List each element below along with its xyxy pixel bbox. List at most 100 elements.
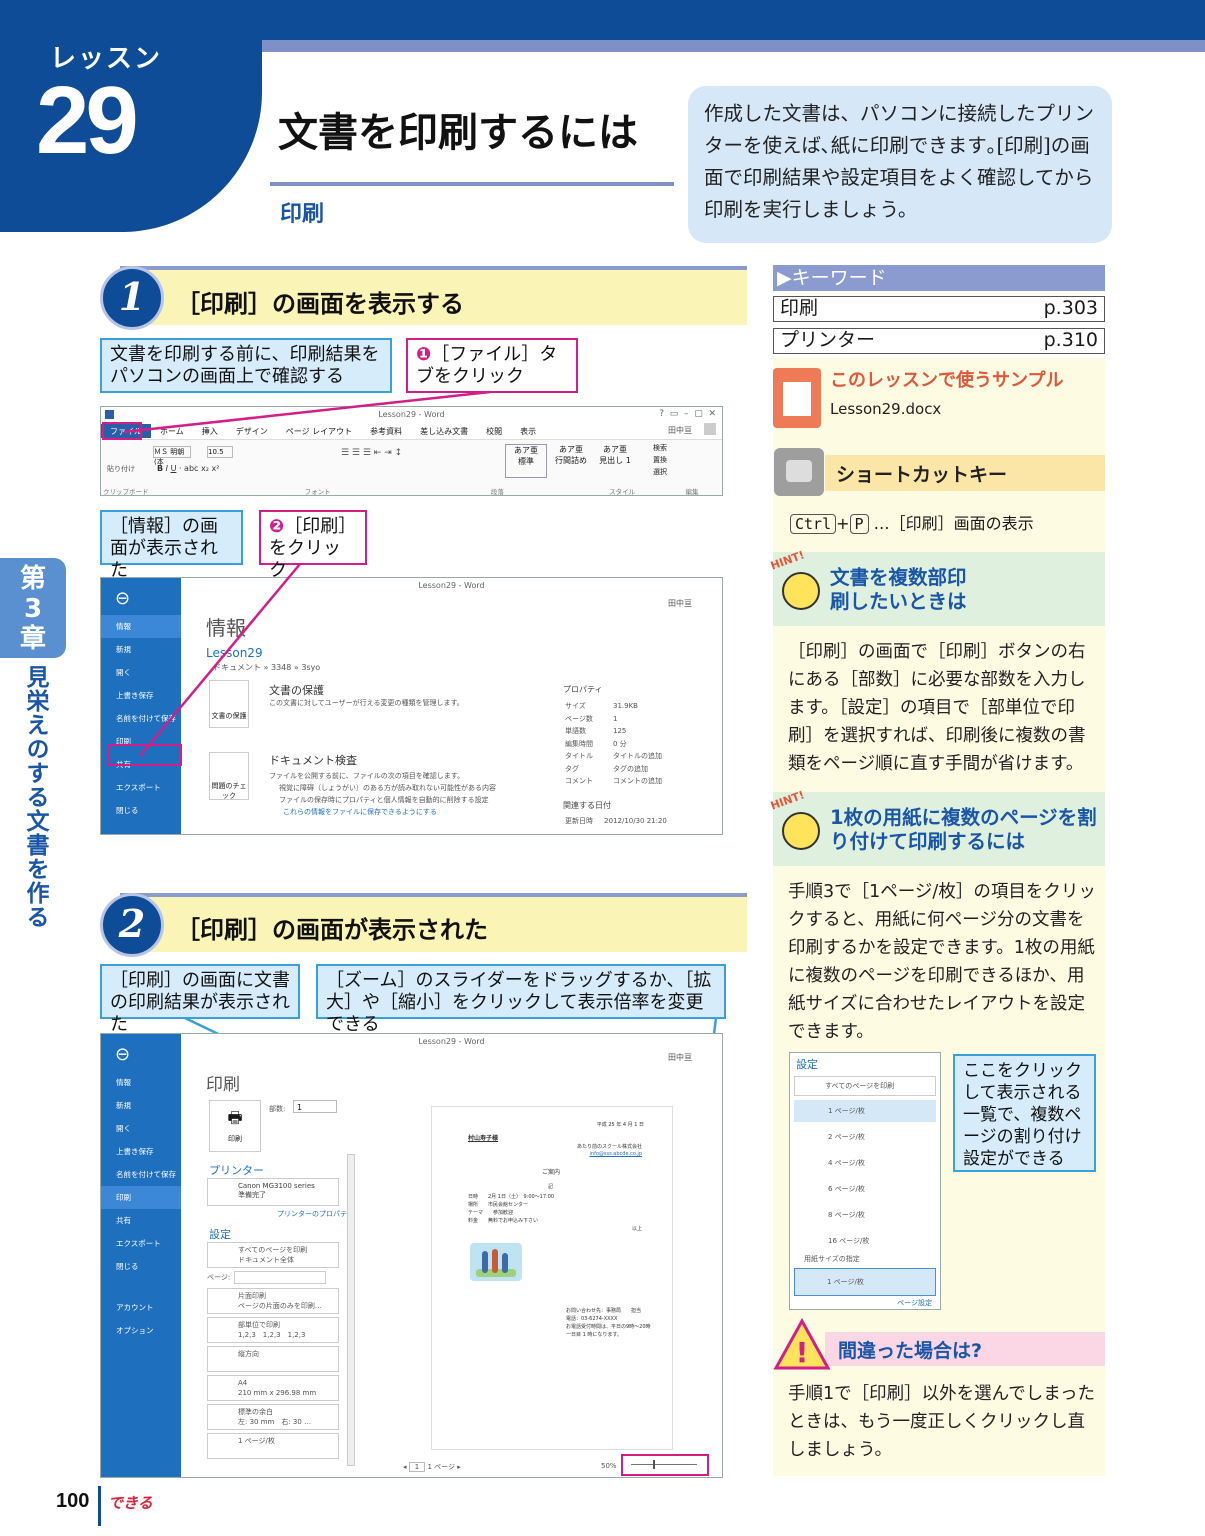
page-number-input[interactable]: 1 [408, 1462, 426, 1472]
page-nav: ◂ 1 1 ページ ▸ [403, 1462, 461, 1472]
mini-footer[interactable]: ページ設定 [790, 1298, 932, 1308]
sample-head: このレッスンで使うサンプル [830, 370, 1064, 391]
shortcut-head: ショートカットキー [836, 464, 1008, 486]
setting-label: 縦方向 [238, 1350, 259, 1358]
ctrl-key: Ctrl [790, 514, 837, 534]
mini-list-item[interactable]: 16 ページ/枚 [794, 1230, 936, 1252]
preview-footer-line: お電話受付時間は、平日の9時～20時 [566, 1324, 651, 1330]
backstage-menu-item[interactable]: 印刷 [101, 1186, 181, 1209]
windows-key-face [786, 460, 812, 482]
print-menu-list: 情報 新規 開く 上書き保存 名前を付けて保存 印刷 共有 エクスポート 閉じるアカウント オプシ… [101, 1071, 181, 1342]
print-button-label: 印刷 [228, 1135, 242, 1143]
zoom-level: 50% [601, 1462, 617, 1470]
print-button[interactable]: 🖶 印刷 [209, 1100, 261, 1152]
setting-sub: 1,2,3 1,2,3 1,2,3 [238, 1331, 306, 1339]
pages-row: ページ: [207, 1271, 339, 1285]
illustration-figure [502, 1253, 508, 1273]
preview-footer-line: お問い合わせ先：事務局 担当 [566, 1308, 642, 1314]
setting-label: A4 [238, 1379, 248, 1387]
mini-list-item[interactable]: 1 ページ/枚 [794, 1100, 936, 1122]
print-setting[interactable]: A4 210 mm x 296.98 mm [207, 1375, 339, 1401]
zoom-track [631, 1464, 697, 1465]
user-name: 田中亘 [668, 1053, 692, 1062]
keyword-term: 印刷 [780, 297, 819, 319]
backstage-menu-item[interactable]: 閉じる [101, 1255, 181, 1278]
printer-props-link[interactable]: プリンターのプロパティ [277, 1209, 354, 1219]
backstage-menu-item[interactable]: 新規 [101, 1094, 181, 1117]
preview-footer: お問い合わせ先：事務局 担当 電話：03-6274-XXXX お電話受付時間は、平日… [566, 1307, 651, 1339]
backstage-menu-item[interactable]: 上書き保存 [101, 1140, 181, 1163]
file-tab-highlight [102, 422, 142, 440]
print-setting[interactable]: 標準の余白 左: 30 mm 右: 30 … [207, 1404, 339, 1430]
pages-input[interactable] [234, 1271, 327, 1284]
preview-item: テーマ 参加歓迎 [468, 1210, 514, 1216]
zoom-slider[interactable] [621, 1454, 709, 1476]
keyword-page: p.310 [1043, 329, 1098, 351]
mistake-title: 間違った場合は? [838, 1340, 983, 1362]
svg-text:!: ! [796, 1336, 809, 1369]
step2-callout-a: ［印刷］の画面に文書の印刷結果が表示された [100, 964, 300, 1035]
mini-first-select[interactable]: すべてのページを印刷 [794, 1076, 936, 1096]
windows-key-icon [774, 448, 824, 496]
backstage-menu-item[interactable]: 開く [101, 1117, 181, 1140]
mini-list-item[interactable]: 2 ページ/枚 [794, 1126, 936, 1148]
zoom-handle[interactable] [653, 1460, 655, 1469]
settings-scrollbar[interactable] [347, 1154, 355, 1466]
preview-footer-line: 一日目 1 時になります。 [566, 1332, 622, 1338]
preview-footer-line: 電話：03-6274-XXXX [566, 1316, 618, 1322]
hint-bulb-icon [782, 572, 820, 610]
mini-list-item[interactable]: 4 ページ/枚 [794, 1152, 936, 1174]
pages-label: ページ: [207, 1273, 231, 1282]
step2-title: ［印刷］の画面が表示された [176, 916, 488, 944]
document-icon-page [783, 382, 811, 416]
print-setting[interactable]: 片面印刷 ページの片面のみを印刷… [207, 1288, 339, 1314]
backstage-menu-item[interactable]: エクスポート [101, 1232, 181, 1255]
hint1-text: ［印刷］の画面で［印刷］ボタンの右にある［部数］に必要な部数を入力します。［設定… [788, 642, 1086, 774]
copies-input[interactable]: 1 [293, 1100, 337, 1113]
keyword-head: ▶キーワード [773, 265, 1105, 291]
page-number: 100 [56, 1490, 90, 1512]
illustration-figure [492, 1249, 498, 1273]
preview-heading: ご案内 [542, 1169, 561, 1176]
print-preview: 平成 25 年 4 月 1 日 村山寿子様 あたり前のスクール株式会社 info… [431, 1106, 673, 1450]
keyword-row[interactable]: プリンター p.310 [773, 328, 1105, 354]
setting-label: 1 ページ/枚 [238, 1437, 275, 1445]
mini-paper[interactable]: 用紙サイズの指定 [804, 1254, 936, 1264]
backstage-menu-item[interactable]: アカウント [101, 1296, 181, 1319]
backstage-menu-item[interactable]: 情報 [101, 1071, 181, 1094]
preview-item: 料金 無料でお申込み下さい [468, 1218, 539, 1224]
print-screenshot: ⊖ 情報 新規 開く 上書き保存 名前を付けて保存 印刷 共有 エクスポート 閉じる アカウントオ… [100, 1033, 723, 1478]
mistake-text: 手順1で［印刷］以外を選んでしまったときは、もう一度正しくクリックし直しましょう… [788, 1384, 1096, 1460]
setting-label: 部単位で印刷 [238, 1321, 280, 1329]
backstage-menu-item[interactable]: 共有 [101, 1209, 181, 1232]
print-setting[interactable]: 縦方向 [207, 1346, 339, 1372]
print-setting[interactable]: 部単位で印刷 1,2,3 1,2,3 1,2,3 [207, 1317, 339, 1343]
mini-list-item[interactable]: 6 ページ/枚 [794, 1178, 936, 1200]
hint1-title: 文書を複数部印刷したいときは [830, 566, 967, 613]
preview-to: 村山寿子様 [468, 1135, 499, 1142]
printer-icon: 🖶 [227, 1108, 243, 1127]
step2-number: 2 [100, 893, 164, 957]
print-setting[interactable]: 1 ページ/枚 [207, 1433, 339, 1459]
page-count: 1 ページ [427, 1463, 455, 1471]
print-setting[interactable]: すべてのページを印刷 ドキュメント全体 [207, 1242, 339, 1268]
setting-sub: ドキュメント全体 [238, 1256, 294, 1264]
print-menu-highlight [108, 744, 182, 766]
backstage-menu-item[interactable]: 名前を付けて保存 [101, 1163, 181, 1186]
shortcut-row: Ctrl + P …［印刷］画面の表示 [790, 510, 1034, 534]
keyword-row[interactable]: 印刷 p.303 [773, 296, 1105, 322]
preview-items: 日時 2月 1日（土） 9:00～17:00 場所 市民会館センター テーマ 参加歓… [468, 1193, 554, 1225]
back-arrow-icon[interactable]: ⊖ [101, 1044, 181, 1065]
preview-ijo: 以上 [631, 1226, 642, 1232]
preview-item: 日時 2月 1日（土） 9:00～17:00 [468, 1194, 555, 1200]
settings-list: すべてのページを印刷 ドキュメント全体ページ: 片面印刷 ページの片面のみを印刷… 部単… [207, 1242, 339, 1462]
printer-select[interactable]: Canon MG3100 series 準備完了 [207, 1178, 339, 1206]
printer-name: Canon MG3100 series [238, 1182, 315, 1190]
setting-label: 標準の余白 [238, 1408, 273, 1416]
backstage-menu-item[interactable]: オプション [101, 1319, 181, 1342]
backstage-menu: ⊖ 情報 新規 開く 上書き保存 名前を付けて保存 印刷 共有 エクスポート 閉じるアカウントオ… [101, 1034, 181, 1477]
mini-head: 設定 [796, 1058, 818, 1071]
mini-list-item[interactable]: 8 ページ/枚 [794, 1204, 936, 1226]
mini-selected[interactable]: 1 ページ/枚 [794, 1268, 936, 1296]
sample-file: Lesson29.docx [830, 400, 942, 418]
